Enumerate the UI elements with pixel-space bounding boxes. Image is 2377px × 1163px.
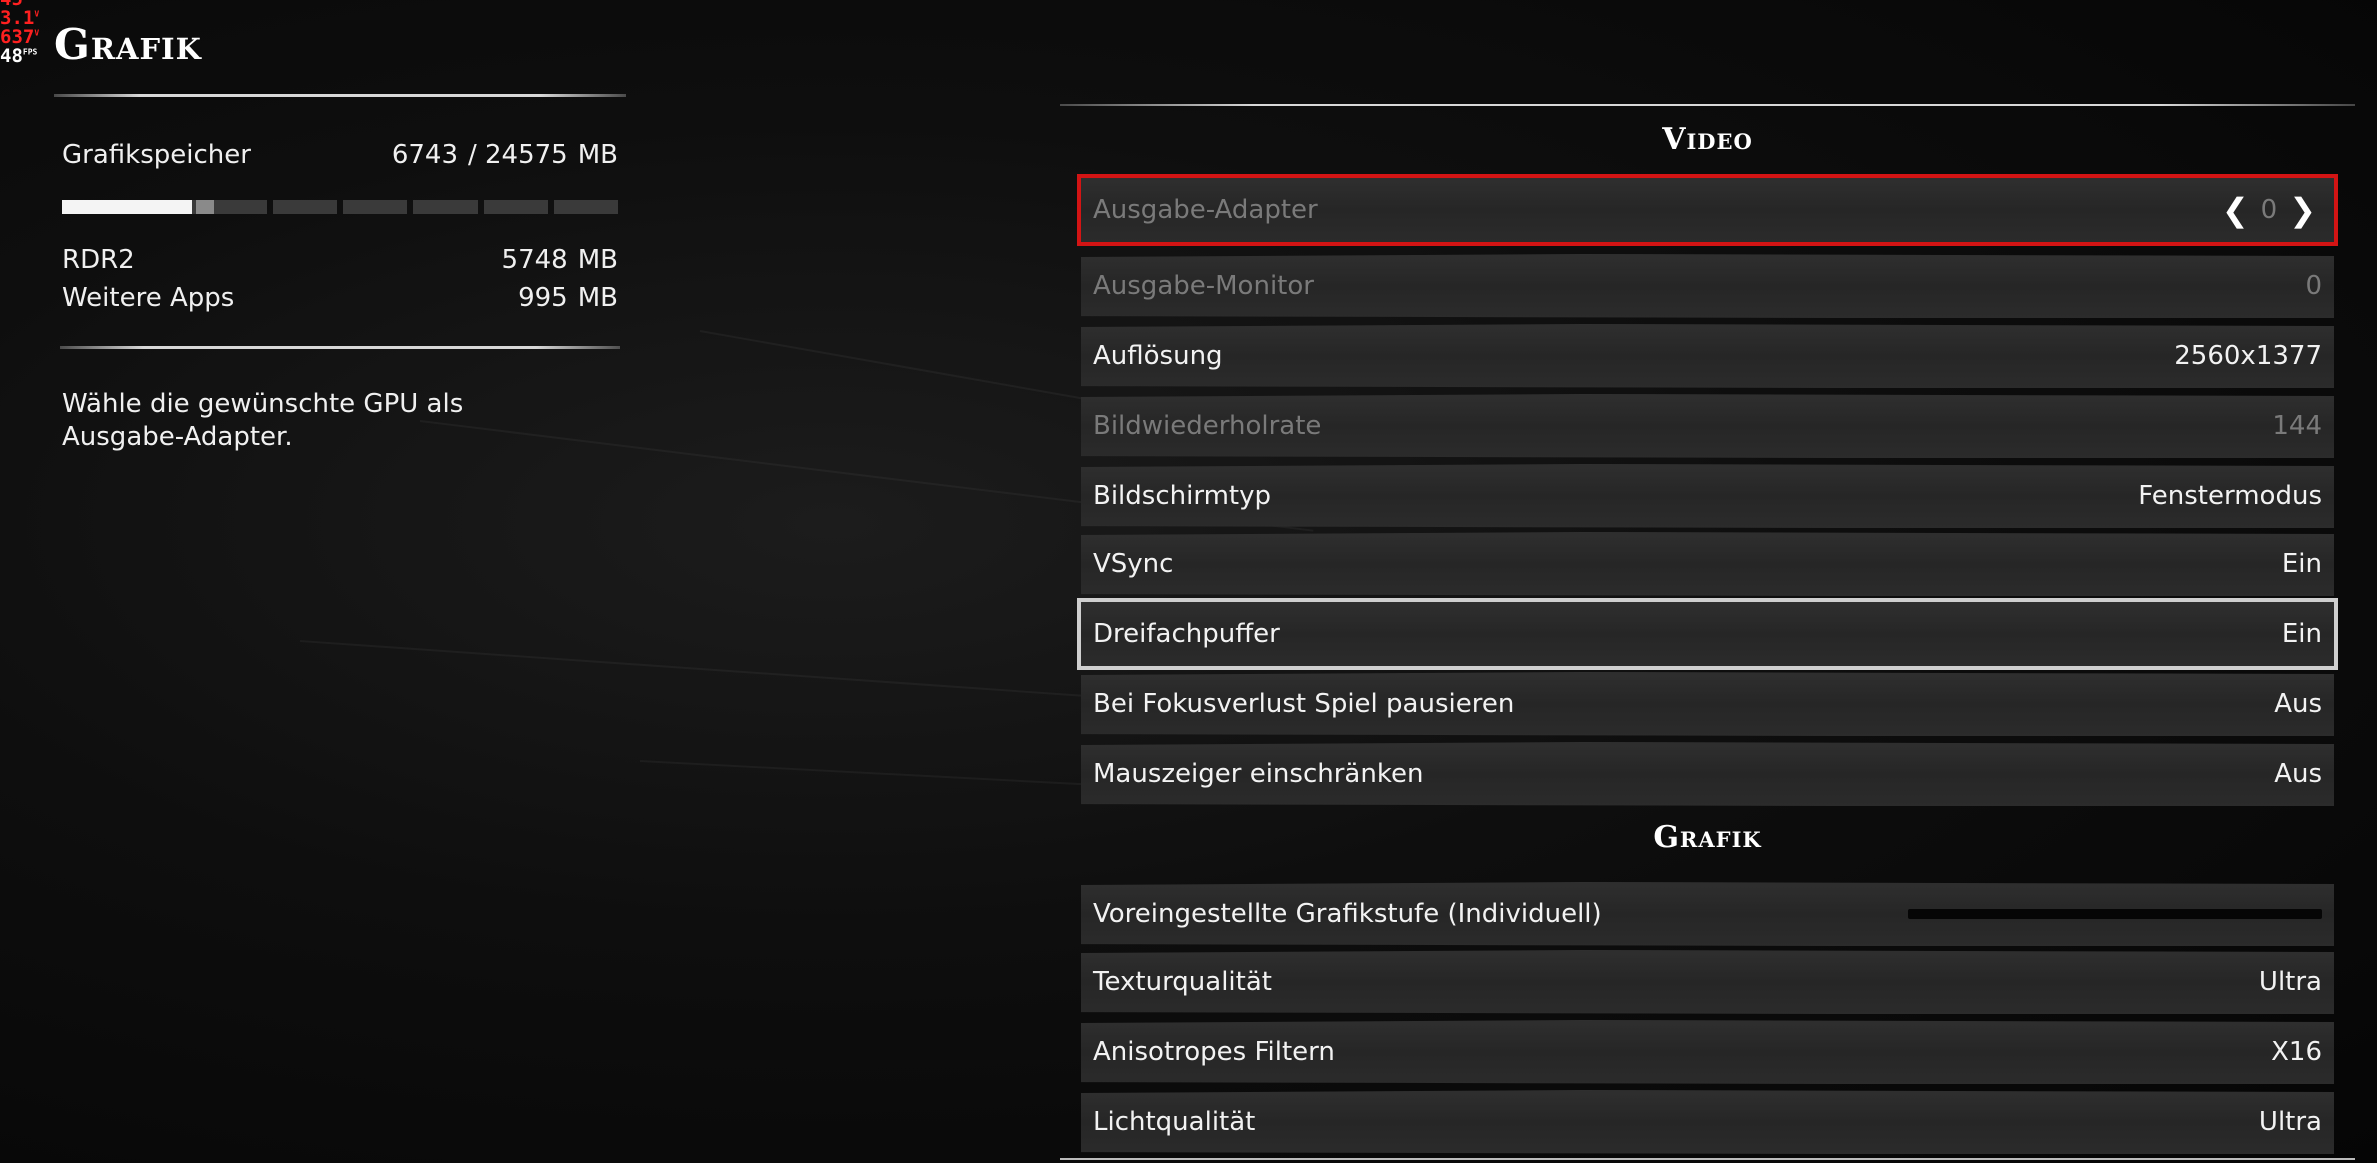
setting-label: VSync (1093, 549, 1174, 579)
setting-label: Bildschirmtyp (1093, 481, 1271, 511)
memory-bar-fill-other (196, 200, 215, 214)
setting-value: 144 (2272, 411, 2322, 441)
setting-anisotropic-filtering[interactable]: Anisotropes Filtern X16 (1081, 1020, 2334, 1084)
app-name: RDR2 (62, 245, 135, 275)
setting-label: Bei Fokusverlust Spiel pausieren (1093, 689, 1515, 719)
setting-label: Ausgabe-Monitor (1093, 271, 1314, 301)
setting-label: Voreingestellte Grafikstufe (Individuell… (1093, 899, 1602, 929)
section-title-video: Video (1662, 122, 1753, 157)
setting-output-monitor[interactable]: Ausgabe-Monitor 0 (1081, 254, 2334, 318)
page-title: Grafik (54, 20, 202, 69)
setting-output-adapter[interactable]: Ausgabe-Adapter ❮ 0 ❯ (1077, 174, 2338, 246)
setting-label: Dreifachpuffer (1093, 619, 1280, 649)
setting-triple-buffering[interactable]: Dreifachpuffer Ein (1077, 598, 2338, 670)
memory-divider (60, 346, 620, 349)
setting-resolution[interactable]: Auflösung 2560x1377 (1081, 324, 2334, 388)
app-memory: 995 MB (518, 283, 618, 313)
memory-summary: Grafikspeicher 6743 / 24575 MB (62, 140, 618, 170)
settings-top-divider (1060, 104, 2355, 106)
memory-app-row: Weitere Apps 995 MB (62, 283, 618, 313)
setting-label: Auflösung (1093, 341, 1223, 371)
game-settings-screen: 45 3.1V 637V 48FPS Grafik Grafikspeicher… (0, 0, 2377, 1163)
setting-value: 2560x1377 (2174, 341, 2322, 371)
app-memory-value: 5748 (501, 245, 568, 275)
setting-value: Aus (2274, 689, 2322, 719)
memory-bar (62, 200, 618, 214)
memory-bar-fill (62, 200, 193, 214)
memory-bar-segment (483, 200, 548, 214)
setting-value: 0 (2305, 271, 2322, 301)
memory-bar-segment (272, 200, 337, 214)
setting-value: Ein (2281, 619, 2322, 649)
app-memory: 5748 MB (502, 245, 618, 275)
setting-value-text: 0 (2260, 195, 2278, 225)
setting-vsync[interactable]: VSync Ein (1081, 532, 2334, 596)
memory-bar-segment (553, 200, 618, 214)
setting-constrain-mouse[interactable]: Mauszeiger einschränken Aus (1081, 742, 2334, 806)
setting-value: Ein (2281, 549, 2322, 579)
setting-label: Mauszeiger einschränken (1093, 759, 1424, 789)
memory-value: 6743 / 24575 MB (392, 140, 618, 170)
fps-overlay: 45 3.1V 637V 48FPS (0, 0, 60, 70)
preset-slider[interactable] (1908, 909, 2322, 919)
memory-bar-segment (413, 200, 478, 214)
app-name: Weitere Apps (62, 283, 235, 313)
memory-label: Grafikspeicher (62, 140, 251, 170)
setting-label: Ausgabe-Adapter (1093, 195, 1318, 225)
setting-texture-quality[interactable]: Texturqualität Ultra (1081, 950, 2334, 1014)
setting-value: X16 (2271, 1037, 2322, 1067)
setting-pause-on-focus-loss[interactable]: Bei Fokusverlust Spiel pausieren Aus (1081, 672, 2334, 736)
app-memory-value: 995 (518, 283, 568, 313)
memory-total: / 24575 (467, 140, 568, 170)
settings-panel: Video Ausgabe-Adapter ❮ 0 ❯ Ausgabe-Moni… (1060, 0, 2355, 1163)
setting-refresh-rate[interactable]: Bildwiederholrate 144 (1081, 394, 2334, 458)
setting-value: Ultra (2258, 967, 2322, 997)
chevron-right-icon[interactable]: ❯ (2283, 191, 2322, 229)
setting-value: Aus (2274, 759, 2322, 789)
setting-description: Wähle die gewünschte GPU als Ausgabe-Ada… (62, 389, 464, 452)
memory-app-row: RDR2 5748 MB (62, 245, 618, 275)
setting-label: Anisotropes Filtern (1093, 1037, 1335, 1067)
app-memory-unit: MB (577, 245, 618, 275)
setting-graphics-preset[interactable]: Voreingestellte Grafikstufe (Individuell… (1081, 882, 2334, 946)
setting-lighting-quality[interactable]: Lichtqualität Ultra (1081, 1090, 2334, 1154)
setting-value: Ultra (2258, 1107, 2322, 1137)
setting-screen-type[interactable]: Bildschirmtyp Fenstermodus (1081, 464, 2334, 528)
section-title-graphics: Grafik (1653, 820, 1762, 855)
setting-value: ❮ 0 ❯ (2216, 191, 2322, 229)
setting-label: Lichtqualität (1093, 1107, 1256, 1137)
memory-unit: MB (577, 140, 618, 170)
settings-bottom-divider (1060, 1158, 2355, 1160)
memory-bar-segment (343, 200, 408, 214)
app-memory-unit: MB (577, 283, 618, 313)
setting-label: Bildwiederholrate (1093, 411, 1322, 441)
title-divider (54, 94, 626, 97)
chevron-left-icon[interactable]: ❮ (2216, 191, 2255, 229)
setting-label: Texturqualität (1093, 967, 1272, 997)
memory-used: 6743 (391, 140, 458, 170)
setting-value: Fenstermodus (2138, 481, 2322, 511)
fps-counter: 48FPS (0, 45, 38, 67)
